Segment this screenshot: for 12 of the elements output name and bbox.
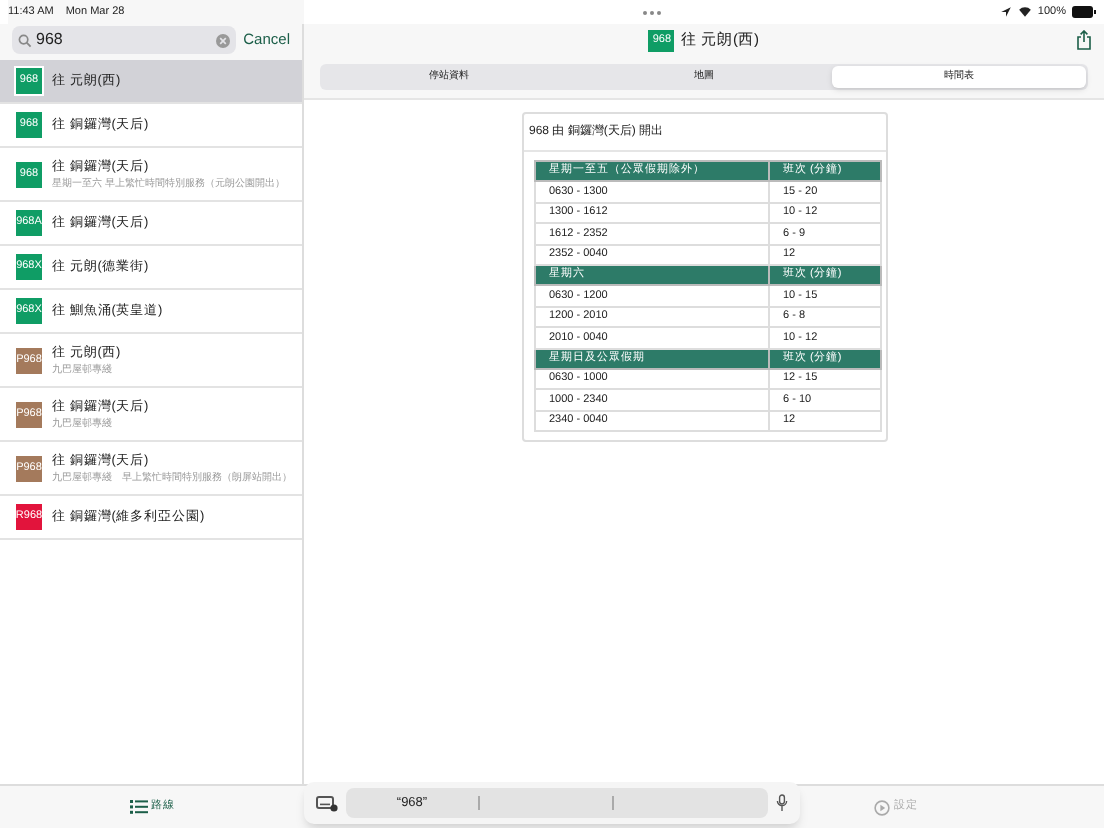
multitask-dots-icon [641,9,662,15]
wifi-icon [1017,6,1032,18]
search-icon [18,33,32,47]
keyboard-icon [316,795,338,811]
list-icon [129,800,147,814]
location-icon [999,6,1012,18]
search-field[interactable]: 968 [12,26,236,54]
microphone-icon [776,794,788,812]
play-icon [874,799,890,815]
clear-icon [215,33,230,47]
battery-icon [1072,6,1096,18]
share-icon[interactable] [1076,30,1092,50]
